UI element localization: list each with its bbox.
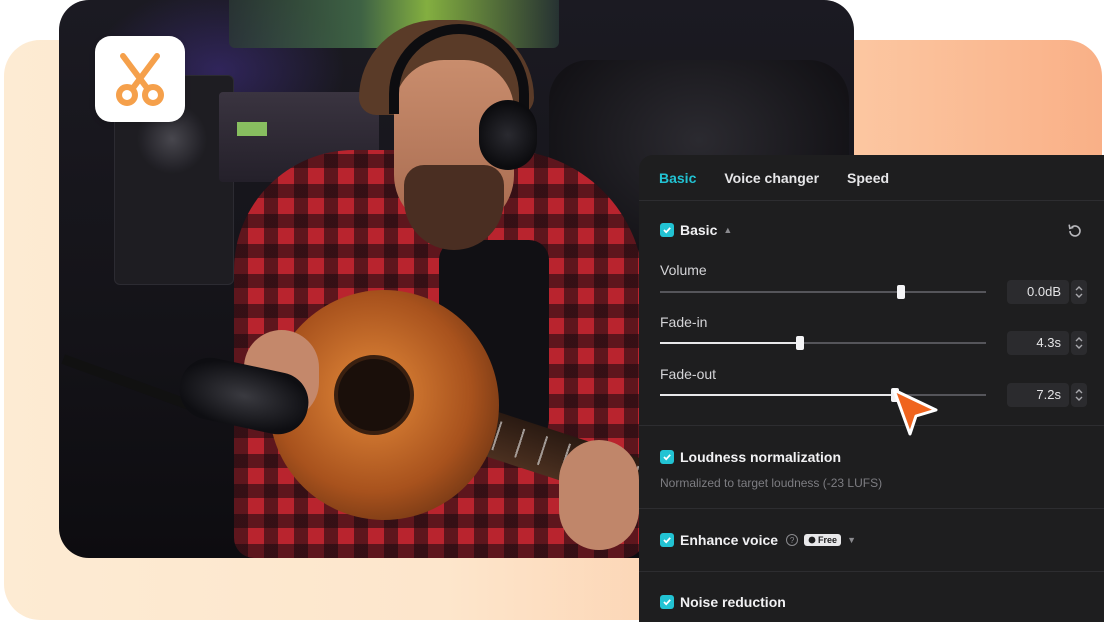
tab-bar: Basic Voice changer Speed bbox=[639, 155, 1104, 201]
loudness-description: Normalized to target loudness (-23 LUFS) bbox=[660, 476, 883, 490]
fade-out-slider-fill bbox=[660, 394, 895, 396]
volume-stepper[interactable] bbox=[1071, 280, 1087, 304]
loudness-title: Loudness normalization bbox=[680, 449, 842, 465]
scissors-icon bbox=[116, 53, 164, 106]
loudness-section-header: Loudness normalization bbox=[660, 449, 841, 465]
fade-in-slider-fill bbox=[660, 342, 801, 344]
coin-icon bbox=[808, 536, 816, 544]
section-divider bbox=[639, 508, 1104, 509]
volume-slider[interactable] bbox=[660, 285, 986, 299]
volume-label: Volume bbox=[660, 262, 707, 278]
free-badge: Free bbox=[804, 534, 842, 546]
basic-section-title: Basic bbox=[680, 222, 718, 238]
tab-basic[interactable]: Basic bbox=[659, 170, 696, 186]
fade-in-slider-thumb[interactable] bbox=[796, 336, 805, 350]
noise-checkbox[interactable] bbox=[660, 595, 674, 609]
loudness-checkbox[interactable] bbox=[660, 450, 674, 464]
caret-up-icon[interactable]: ▲ bbox=[723, 225, 732, 235]
app-logo bbox=[95, 36, 185, 122]
fade-in-stepper[interactable] bbox=[1071, 331, 1087, 355]
stepper-arrows-icon bbox=[1075, 389, 1083, 401]
reset-icon[interactable] bbox=[1066, 222, 1084, 240]
help-icon[interactable]: ? bbox=[786, 534, 799, 546]
enhance-checkbox[interactable] bbox=[660, 533, 674, 547]
fade-in-label: Fade-in bbox=[660, 314, 708, 330]
check-icon bbox=[663, 454, 671, 461]
fade-in-slider[interactable] bbox=[660, 336, 986, 350]
volume-slider-thumb[interactable] bbox=[897, 285, 906, 299]
mouse-pointer-icon bbox=[892, 388, 938, 436]
headphones-cup bbox=[479, 100, 537, 170]
stepper-arrows-icon bbox=[1075, 286, 1083, 298]
audio-settings-panel: Basic Voice changer Speed Basic ▲ Volume… bbox=[639, 155, 1104, 622]
tab-voice-changer[interactable]: Voice changer bbox=[724, 170, 819, 186]
free-badge-label: Free bbox=[818, 535, 838, 545]
caret-down-icon[interactable]: ▼ bbox=[847, 535, 856, 545]
noise-title: Noise reduction bbox=[680, 594, 786, 610]
noise-section-header: Noise reduction bbox=[660, 594, 786, 610]
section-divider bbox=[639, 425, 1104, 426]
guitar-soundhole bbox=[334, 355, 414, 435]
check-icon bbox=[663, 537, 671, 544]
stepper-arrows-icon bbox=[1075, 337, 1083, 349]
basic-checkbox[interactable] bbox=[660, 223, 674, 237]
basic-section-header: Basic ▲ bbox=[660, 222, 732, 238]
fade-out-value-input[interactable]: 7.2s bbox=[1007, 383, 1069, 407]
enhance-section-header: Enhance voice ? Free ▼ bbox=[660, 532, 856, 548]
tab-speed[interactable]: Speed bbox=[847, 170, 889, 186]
section-divider bbox=[639, 571, 1104, 572]
fade-out-label: Fade-out bbox=[660, 366, 717, 382]
check-icon bbox=[663, 599, 671, 606]
fade-out-stepper[interactable] bbox=[1071, 383, 1087, 407]
mic-stand bbox=[61, 354, 197, 412]
check-icon bbox=[663, 227, 671, 234]
enhance-title: Enhance voice bbox=[680, 532, 779, 548]
fretting-hand bbox=[559, 440, 639, 550]
volume-value-input[interactable]: 0.0dB bbox=[1007, 280, 1069, 304]
fade-in-value-input[interactable]: 4.3s bbox=[1007, 331, 1069, 355]
